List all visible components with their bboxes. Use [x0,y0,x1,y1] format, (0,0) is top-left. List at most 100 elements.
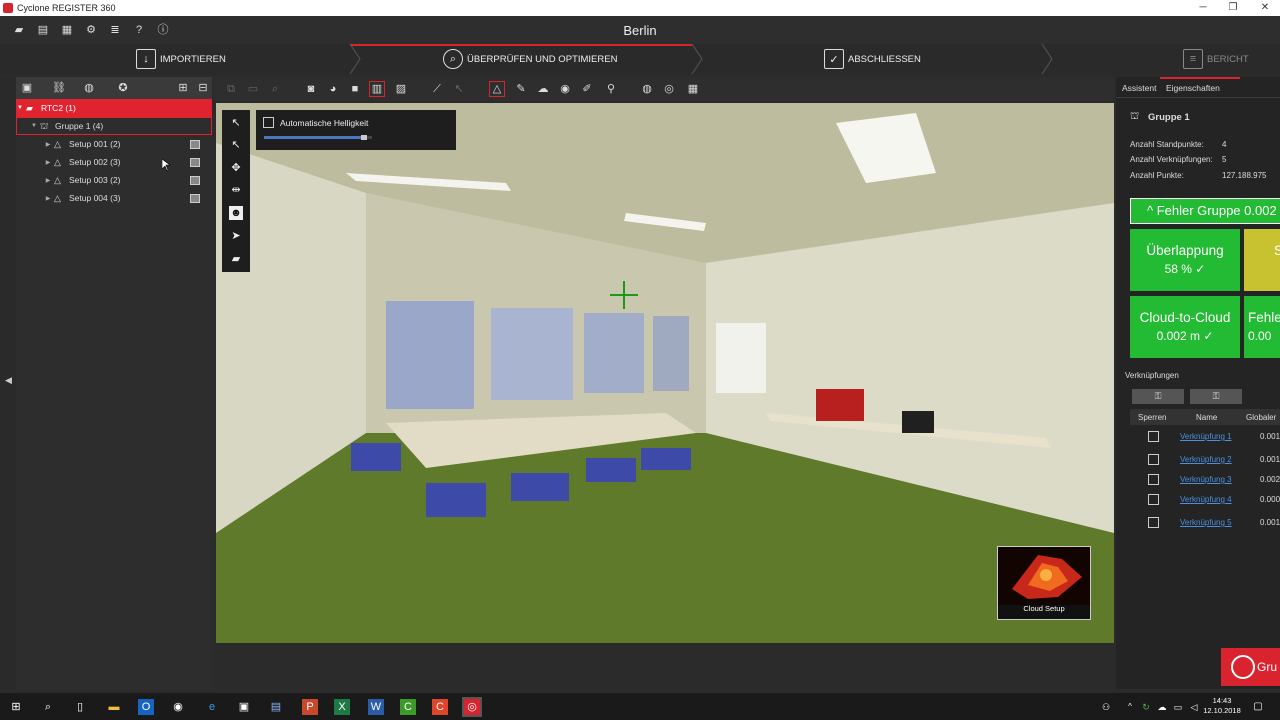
edge-icon[interactable]: e [204,699,220,715]
word-icon[interactable]: W [368,699,384,715]
walk-mode-icon[interactable]: ☻ [229,206,243,220]
collapse-all-icon[interactable]: ⊟ [196,81,210,95]
lock-checkbox[interactable] [1148,454,1159,465]
camera-icon[interactable]: ◙ [304,82,318,96]
lock-checkbox[interactable] [1148,431,1159,442]
image-icon[interactable]: ▨ [394,82,408,96]
tab-properties[interactable]: Eigenschaften [1166,83,1220,93]
location-pin-icon[interactable]: ⚲ [604,82,618,96]
cyclone-taskbar-icon[interactable]: ◎ [462,697,482,717]
column-lock[interactable]: Sperren [1138,413,1166,422]
tab-assistant[interactable]: Assistent [1122,83,1157,93]
maximize-button[interactable]: ❐ [1218,0,1248,16]
link-name[interactable]: Verknüpfung 4 [1180,495,1232,504]
tray-expand-icon[interactable]: ^ [1122,699,1138,715]
step-finalize[interactable]: ✓ ABSCHLIESSEN [824,44,921,74]
tree-setup-row[interactable]: ▶ △ Setup 004 (3) [16,189,212,207]
point-cloud-viewport[interactable] [216,103,1114,643]
tree-root-row[interactable]: ▼ ▰ RTC2 (1) [16,99,212,117]
image-icon[interactable] [190,175,200,185]
panorama-icon[interactable]: ▥ [369,81,385,97]
step-import[interactable]: ↓ IMPORTIEREN [136,44,226,74]
expand-toggle-icon[interactable]: ▶ [44,141,52,148]
file-explorer-icon[interactable]: ▬ [106,699,122,715]
step-review[interactable]: ⌕ ÜBERPRÜFEN UND OPTIMIEREN [443,44,617,74]
selection-grid-icon[interactable]: ▦ [686,82,700,96]
error-tile[interactable]: Fehle 0.00 [1244,296,1280,358]
target-sphere-icon[interactable]: ◉ [558,82,572,96]
square-icon[interactable]: ■ [348,82,362,96]
link-name[interactable]: Verknüpfung 5 [1180,518,1232,527]
tab-globe-icon[interactable]: ◍ [82,81,96,95]
select-arrow-icon[interactable]: ↖ [229,116,243,130]
green-app-icon[interactable]: C [400,699,416,715]
move-icon[interactable]: ✥ [229,161,243,175]
sphere-icon[interactable]: ◕ [326,82,340,96]
measure-icon[interactable]: ⟋ [430,82,444,96]
task-view-icon[interactable]: ▯ [72,699,88,715]
search-icon[interactable]: ⌕ [40,699,56,715]
tab-project-icon[interactable]: ▣ [20,81,34,95]
unlock-link-button[interactable]: ⚿ [1190,389,1242,404]
step-report[interactable]: ≡ BERICHT [1183,44,1249,74]
tree-setup-row[interactable]: ▶ △ Setup 001 (2) [16,135,212,153]
column-global[interactable]: Globaler [1246,413,1276,422]
collapse-panel-icon[interactable]: ◀ [5,375,12,386]
tree-group-row[interactable]: ▼ ⛫ Gruppe 1 (4) [16,117,212,135]
notifications-icon[interactable]: ▢ [1250,699,1266,715]
lock-checkbox[interactable] [1148,494,1159,505]
close-button[interactable]: ✕ [1250,0,1280,16]
multi-select-icon[interactable]: ↖ [229,138,243,152]
link-name[interactable]: Verknüpfung 2 [1180,455,1232,464]
image-icon[interactable] [190,139,200,149]
app-window-icon[interactable]: ▣ [236,699,252,715]
tag-icon[interactable]: ✎ [514,82,528,96]
group-action-button[interactable]: Gru [1221,648,1280,686]
taskbar-clock[interactable]: 14:43 12.10.2018 [1200,696,1244,716]
globe-icon[interactable]: ◍ [640,82,654,96]
target-triangle-icon[interactable]: △ [489,81,505,97]
copy-icon[interactable]: ⧉ [224,82,238,96]
cursor-measure-icon[interactable]: ↖ [452,82,466,96]
fit-icon[interactable]: ⇹ [229,183,243,197]
column-name[interactable]: Name [1196,413,1217,422]
document-icon[interactable]: ▤ [268,699,284,715]
group-error-bar[interactable]: ^ Fehler Gruppe 0.002 [1130,198,1280,224]
expand-toggle-icon[interactable]: ▶ [44,159,52,166]
lock-link-button[interactable]: ⚿ [1132,389,1184,404]
lock-checkbox[interactable] [1148,517,1159,528]
auto-brightness-checkbox[interactable] [263,117,274,128]
tab-pin-icon[interactable]: ✪ [116,81,130,95]
people-icon[interactable]: ⚇ [1098,699,1114,715]
tree-setup-row[interactable]: ▶ △ Setup 002 (3) [16,153,212,171]
expand-all-icon[interactable]: ⊞ [176,81,190,95]
red-app-icon[interactable]: C [432,699,448,715]
cloud-icon[interactable]: ☁ [536,82,550,96]
tray-cloud-icon[interactable]: ☁ [1154,699,1170,715]
globe-settings-icon[interactable]: ◎ [662,82,676,96]
powerpoint-icon[interactable]: P [302,699,318,715]
windows-start-icon[interactable]: ⊞ [8,699,24,715]
eraser-icon[interactable]: ▰ [229,252,243,266]
outlook-icon[interactable]: O [138,699,154,715]
brightness-slider-handle[interactable] [361,135,368,140]
lock-checkbox[interactable] [1148,474,1159,485]
minimize-button[interactable]: ─ [1188,0,1218,16]
ruler-icon[interactable]: ✐ [580,82,594,96]
overlap-tile[interactable]: Überlappung 58 % ✓ [1130,229,1240,291]
link-name[interactable]: Verknüpfung 1 [1180,432,1232,441]
link-name[interactable]: Verknüpfung 3 [1180,475,1232,484]
image-icon[interactable] [190,157,200,167]
network-icon[interactable]: ▭ [1170,699,1186,715]
tree-setup-row[interactable]: ▶ △ Setup 003 (2) [16,171,212,189]
cloud-setup-thumbnail[interactable]: Cloud Setup [997,546,1091,620]
fly-mode-icon[interactable]: ➤ [229,229,243,243]
paste-icon[interactable]: ▭ [246,82,260,96]
expand-toggle-icon[interactable]: ▶ [44,177,52,184]
cloud-to-cloud-tile[interactable]: Cloud-to-Cloud 0.002 m ✓ [1130,296,1240,358]
zoom-icon[interactable]: ⌕ [268,82,282,96]
tab-link-icon[interactable]: ⛓ [52,81,66,95]
excel-icon[interactable]: X [334,699,350,715]
expand-toggle-icon[interactable]: ▼ [30,123,38,129]
tray-sync-icon[interactable]: ↻ [1138,699,1154,715]
